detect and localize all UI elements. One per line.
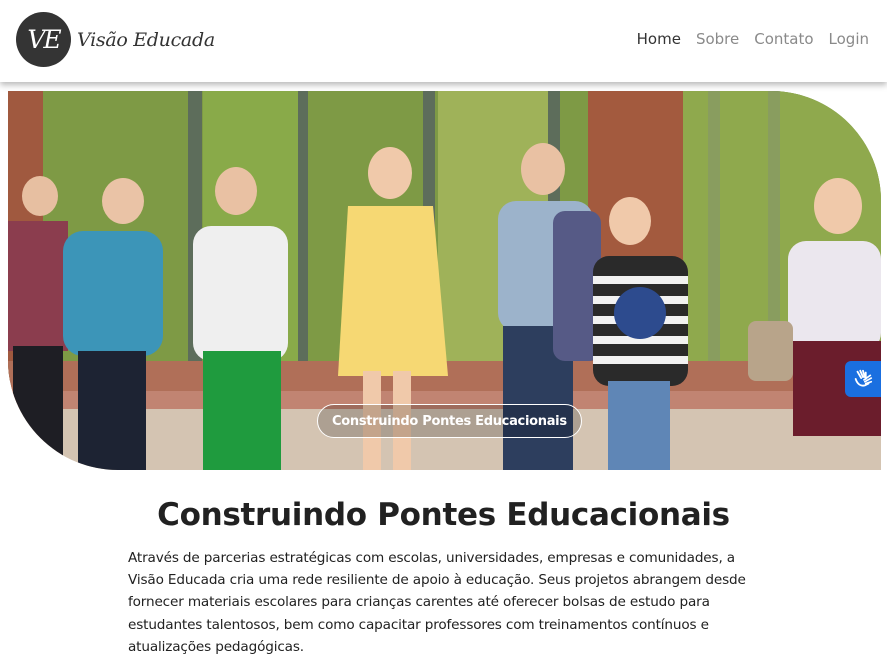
navbar: VE Visão Educada Home Sobre Contato Logi… — [0, 0, 887, 82]
brand-logo-text: VE — [27, 25, 61, 54]
hero-caption-pill[interactable]: Construindo Pontes Educacionais — [317, 404, 582, 438]
nav-link-contato[interactable]: Contato — [754, 30, 813, 48]
page-title: Construindo Pontes Educacionais — [157, 497, 730, 533]
brand-name: Visão Educada — [77, 28, 215, 51]
accessibility-button[interactable] — [845, 361, 881, 397]
nav-link-sobre[interactable]: Sobre — [696, 30, 739, 48]
nav-link-login[interactable]: Login — [829, 30, 869, 48]
nav-links: Home Sobre Contato Login — [637, 30, 869, 48]
nav-link-home[interactable]: Home — [637, 30, 681, 48]
intro-paragraph: Através de parcerias estratégicas com es… — [128, 550, 746, 655]
sign-language-hands-icon — [854, 369, 873, 387]
brand-logo: VE — [16, 12, 71, 67]
hero-banner: Construindo Pontes Educacionais — [8, 91, 881, 470]
brand-link[interactable]: VE Visão Educada — [16, 12, 215, 67]
